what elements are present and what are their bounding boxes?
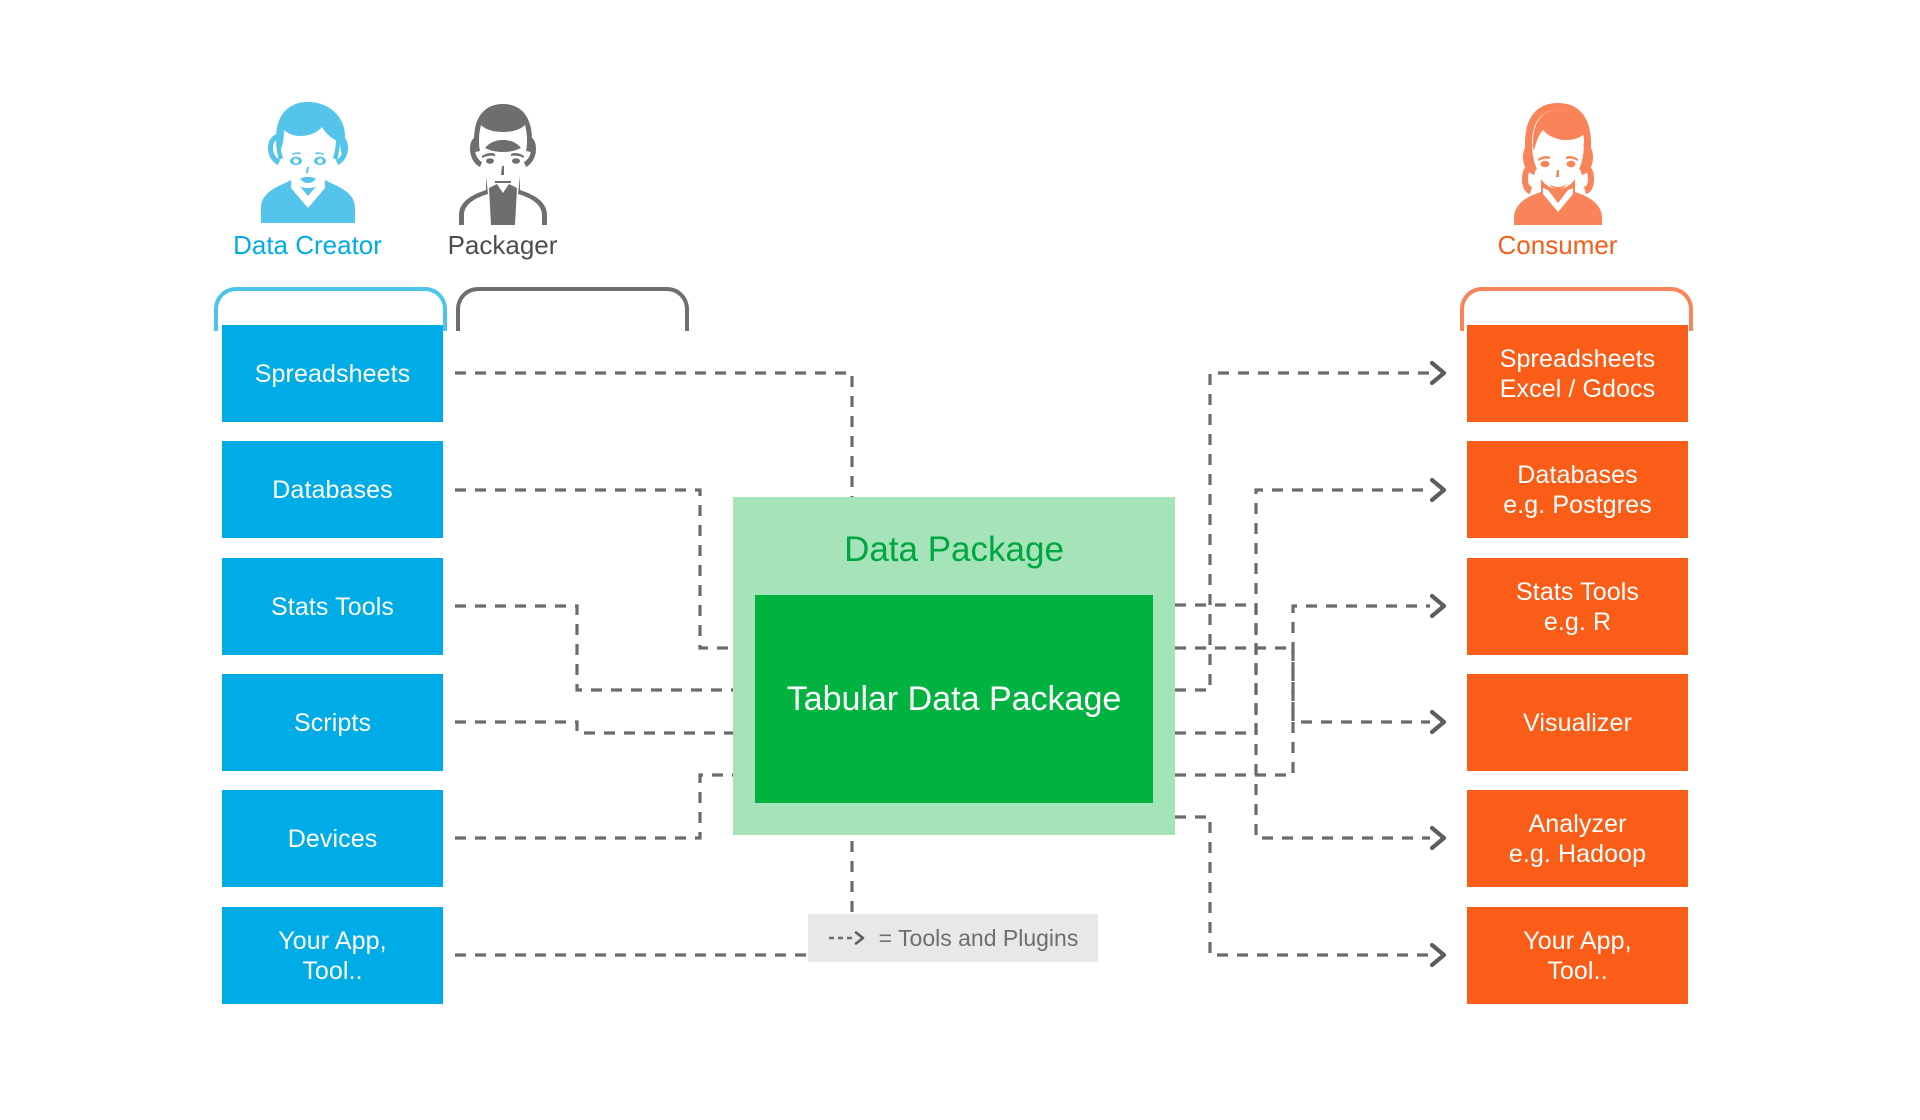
consumer-box-label-line1: Stats Tools: [1516, 577, 1639, 606]
legend-label: = Tools and Plugins: [878, 925, 1079, 951]
consumer-avatar-icon: [1513, 103, 1602, 225]
consumer-box-label-line1: Analyzer: [1528, 809, 1627, 838]
legend: = Tools and Plugins: [808, 914, 1098, 962]
bracket-packager: [456, 287, 689, 331]
producer-box-label-line1: Databases: [272, 475, 393, 504]
persona-packager: Packager: [400, 100, 605, 261]
dashed-arrow-icon: [828, 931, 864, 945]
producer-box-databases[interactable]: Databases: [222, 441, 443, 538]
consumer-box-stats-tools[interactable]: Stats Tools e.g. R: [1467, 558, 1688, 655]
producer-box-label-line1: Spreadsheets: [254, 359, 411, 388]
producer-box-your-app-tool[interactable]: Your App, Tool..: [222, 907, 443, 1004]
consumer-box-label-line1: Databases: [1517, 460, 1638, 489]
producer-box-spreadsheets[interactable]: Spreadsheets: [222, 325, 443, 422]
producer-box-scripts[interactable]: Scripts: [222, 674, 443, 771]
tabular-data-package-box[interactable]: Tabular Data Package: [755, 595, 1153, 803]
consumer-box-label-line2: e.g. Hadoop: [1508, 839, 1647, 868]
persona-data-creator: Data Creator: [205, 100, 410, 261]
persona-consumer: Consumer: [1455, 100, 1660, 261]
consumer-box-databases[interactable]: Databases e.g. Postgres: [1467, 441, 1688, 538]
producer-box-devices[interactable]: Devices: [222, 790, 443, 887]
producer-box-stats-tools[interactable]: Stats Tools: [222, 558, 443, 655]
persona-label-data-creator: Data Creator: [233, 230, 382, 260]
consumer-box-label-line1: Your App,: [1523, 926, 1632, 955]
tabular-data-package-label-line2: Package: [988, 680, 1122, 718]
consumer-box-analyzer[interactable]: Analyzer e.g. Hadoop: [1467, 790, 1688, 887]
tabular-data-package-label-line1: Tabular Data: [786, 680, 980, 718]
diagram-canvas: Data Creator Packager Consumer Spreadshe…: [0, 0, 1920, 1120]
data-package-container[interactable]: Data Package Tabular Data Package: [733, 497, 1175, 835]
consumer-box-visualizer[interactable]: Visualizer: [1467, 674, 1688, 771]
producer-box-label-line1: Devices: [287, 824, 378, 853]
producer-box-label-line1: Your App,: [278, 926, 387, 955]
producer-box-label-line1: Scripts: [293, 708, 372, 737]
consumer-box-label-line2: Excel / Gdocs: [1499, 374, 1656, 403]
producer-box-label-line2: Tool..: [302, 956, 363, 985]
consumer-box-label-line1: Spreadsheets: [1499, 344, 1656, 373]
data-package-title: Data Package: [844, 530, 1064, 569]
persona-label-consumer: Consumer: [1497, 230, 1618, 260]
consumer-box-your-app-tool[interactable]: Your App, Tool..: [1467, 907, 1688, 1004]
consumer-box-label-line2: e.g. R: [1543, 607, 1612, 636]
packager-avatar-icon: [458, 104, 547, 225]
data-creator-avatar-icon: [260, 102, 355, 223]
producer-box-label-line1: Stats Tools: [271, 592, 394, 621]
consumer-box-spreadsheets[interactable]: Spreadsheets Excel / Gdocs: [1467, 325, 1688, 422]
consumer-box-label-line2: Tool..: [1547, 956, 1608, 985]
consumer-box-label-line2: e.g. Postgres: [1503, 490, 1652, 519]
persona-label-packager: Packager: [447, 230, 558, 260]
consumer-box-label-line1: Visualizer: [1523, 708, 1632, 737]
